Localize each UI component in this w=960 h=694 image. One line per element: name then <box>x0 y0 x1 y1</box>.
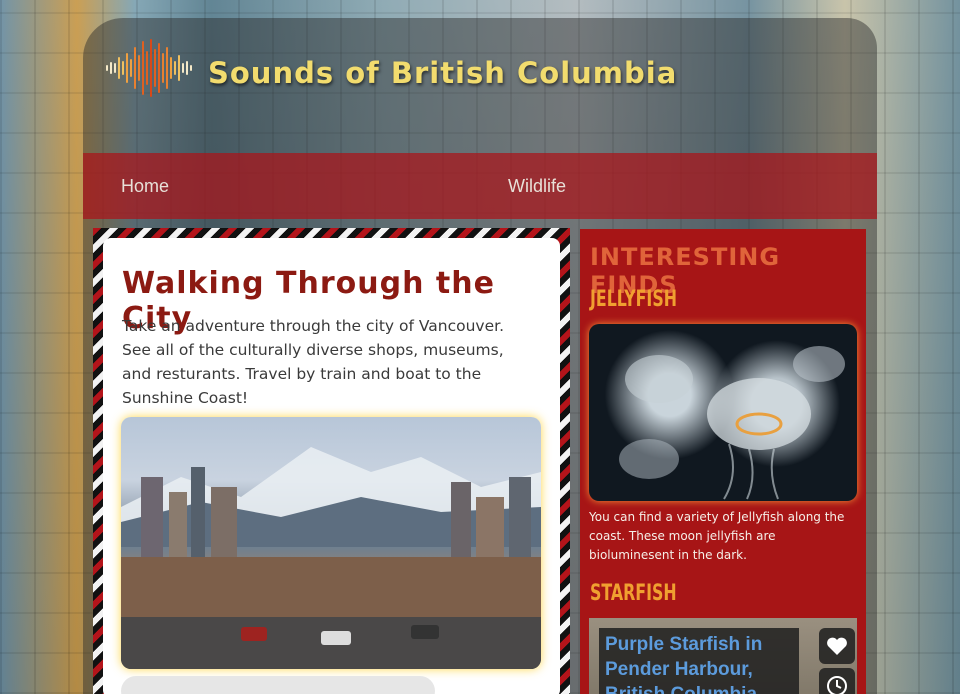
like-button[interactable] <box>819 628 855 664</box>
jellyfish-art <box>619 346 845 500</box>
jellyfish-photo <box>589 324 857 501</box>
starfish-video[interactable]: Purple Starfish in Pender Harbour, Briti… <box>589 618 857 694</box>
article-text: Take an adventure through the city of Va… <box>122 317 505 407</box>
article-card: Walking Through the City Take an adventu… <box>103 238 560 694</box>
interesting-finds-sidebar: INTERESTING FINDS JELLYFISH You can find… <box>580 229 866 694</box>
main-nav: Home Wildlife <box>83 153 877 219</box>
clock-icon <box>827 676 847 694</box>
city-photo-art <box>121 447 541 669</box>
watch-later-button[interactable] <box>819 668 855 694</box>
site-title: Sounds of British Columbia <box>208 56 678 90</box>
nav-wildlife-link[interactable]: Wildlife <box>508 176 566 197</box>
sound-wave-logo-icon[interactable] <box>105 38 193 98</box>
site-header: Sounds of British Columbia <box>83 18 877 154</box>
photo-caption-bar[interactable] <box>121 676 435 694</box>
video-title[interactable]: Purple Starfish in Pender Harbour, Briti… <box>599 628 799 694</box>
heart-icon <box>827 637 847 655</box>
jellyfish-title: JELLYFISH <box>590 287 677 312</box>
vancouver-city-photo <box>121 417 541 669</box>
nav-home-link[interactable]: Home <box>121 176 169 197</box>
jellyfish-description: You can find a variety of Jellyfish alon… <box>589 510 845 562</box>
starfish-title: STARFISH <box>590 581 677 606</box>
